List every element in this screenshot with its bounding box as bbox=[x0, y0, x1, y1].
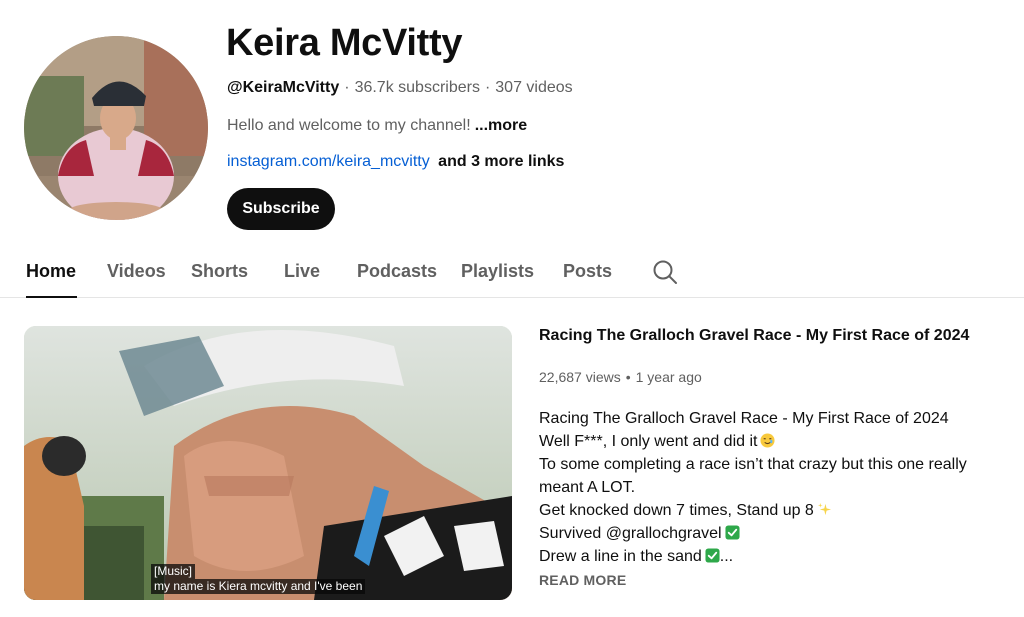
channel-handle: @KeiraMcVitty bbox=[227, 79, 340, 96]
tab-posts[interactable]: Posts bbox=[563, 250, 612, 298]
tab-home[interactable]: Home bbox=[26, 250, 77, 298]
description-text: Racing The Gralloch Gravel Race - My Fir… bbox=[539, 410, 949, 427]
description-ellipsis: ... bbox=[719, 548, 734, 565]
upload-age: 1 year ago bbox=[635, 369, 702, 385]
description-line: Well F***, I only went and did it bbox=[539, 430, 999, 453]
featured-video-meta: 22,687 views • 1 year ago bbox=[539, 369, 702, 385]
description-line: Get knocked down 7 times, Stand up 8 bbox=[539, 499, 999, 522]
channel-page: Keira McVitty @KeiraMcVitty · 36.7k subscr… bbox=[0, 0, 1024, 617]
channel-links: instagram.com/keira_mcvitty and 3 more l… bbox=[227, 153, 564, 171]
video-count: 307 videos bbox=[495, 79, 573, 96]
description-line: To some completing a race isn’t that cra… bbox=[539, 453, 999, 476]
tab-videos[interactable]: Videos bbox=[107, 250, 166, 298]
smiling-face-with-tear-icon bbox=[760, 433, 776, 448]
tab-playlists[interactable]: Playlists bbox=[461, 250, 534, 298]
featured-video-player[interactable]: [Music] my name is Kiera mcvitty and I'v… bbox=[24, 326, 512, 600]
channel-name: Keira McVitty bbox=[226, 22, 463, 64]
channel-avatar[interactable] bbox=[24, 36, 208, 220]
video-thumbnail bbox=[24, 326, 512, 600]
description-more-link[interactable]: ...more bbox=[475, 117, 527, 134]
description-text: Well F***, I only went and did it bbox=[539, 433, 758, 450]
avatar-image bbox=[24, 36, 208, 220]
video-captions: [Music] my name is Kiera mcvitty and I'v… bbox=[151, 564, 366, 594]
caption-line: my name is Kiera mcvitty and I've been bbox=[151, 579, 366, 594]
more-links-button[interactable]: and 3 more links bbox=[438, 153, 564, 170]
channel-description-text: Hello and welcome to my channel! bbox=[227, 117, 471, 134]
tab-podcasts[interactable]: Podcasts bbox=[357, 250, 437, 298]
description-text: Drew a line in the sand bbox=[539, 548, 702, 565]
description-line: meant A LOT. bbox=[539, 476, 999, 499]
description-line: Racing The Gralloch Gravel Race - My Fir… bbox=[539, 407, 999, 430]
caption-line: [Music] bbox=[151, 564, 196, 579]
description-text: meant A LOT. bbox=[539, 479, 636, 496]
description-text: Get knocked down 7 times, Stand up 8 bbox=[539, 502, 814, 519]
description-text: Survived @grallochgravel bbox=[539, 525, 722, 542]
description-line: Drew a line in the sand... bbox=[539, 545, 999, 568]
subscriber-count: 36.7k subscribers bbox=[354, 79, 480, 96]
channel-tabs: Home Videos Shorts Live Podcasts Playlis… bbox=[0, 250, 1024, 298]
instagram-link[interactable]: instagram.com/keira_mcvitty bbox=[227, 153, 430, 170]
subscribe-button[interactable]: Subscribe bbox=[227, 188, 335, 230]
meta-dot: • bbox=[625, 369, 631, 385]
read-more-link[interactable]: READ MORE bbox=[539, 572, 626, 588]
view-count: 22,687 views bbox=[539, 369, 621, 385]
sparkles-icon bbox=[817, 502, 831, 516]
meta-separator: · bbox=[344, 79, 350, 96]
tab-shorts[interactable]: Shorts bbox=[191, 250, 248, 298]
featured-video-description: Racing The Gralloch Gravel Race - My Fir… bbox=[539, 407, 999, 568]
channel-description[interactable]: Hello and welcome to my channel! ...more bbox=[227, 117, 527, 135]
search-icon[interactable] bbox=[652, 259, 678, 285]
meta-separator: · bbox=[484, 79, 491, 96]
description-line: Survived @grallochgravel bbox=[539, 522, 999, 545]
description-text: To some completing a race isn’t that cra… bbox=[539, 456, 967, 473]
tab-live[interactable]: Live bbox=[284, 250, 320, 298]
channel-meta: @KeiraMcVitty · 36.7k subscribers · 307 vide… bbox=[227, 79, 573, 97]
featured-video-title[interactable]: Racing The Gralloch Gravel Race - My Fir… bbox=[539, 327, 969, 345]
check-mark-button-icon bbox=[705, 548, 720, 563]
check-mark-button-icon bbox=[725, 525, 740, 540]
